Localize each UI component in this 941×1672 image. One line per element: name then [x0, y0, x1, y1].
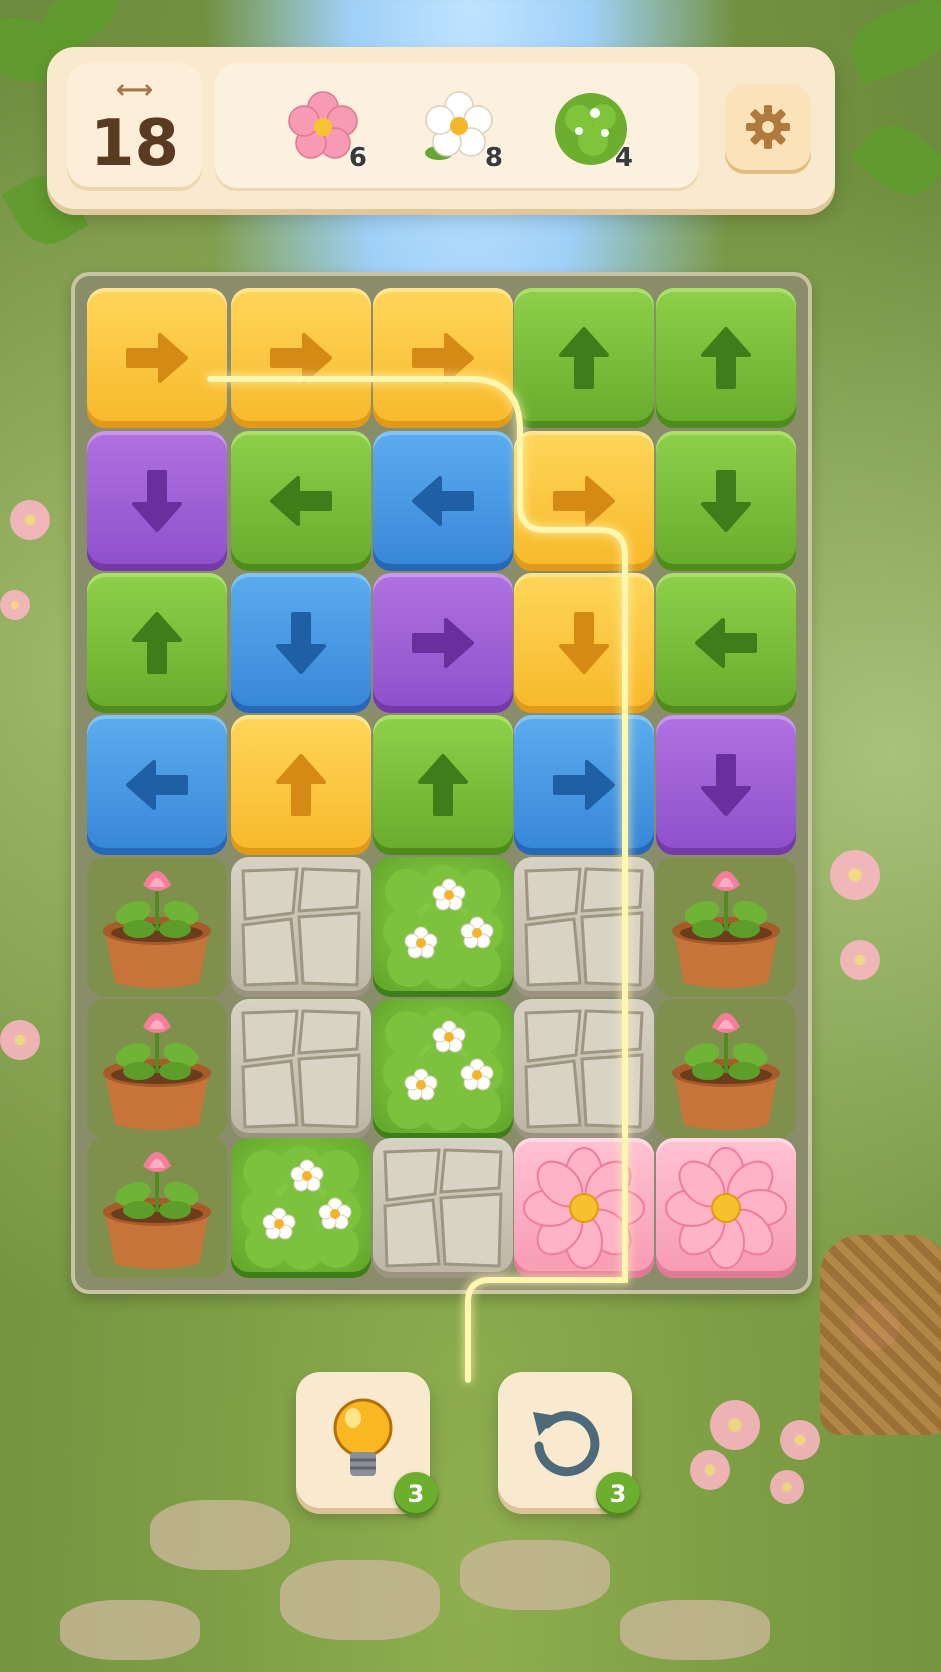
arrow-right-icon	[553, 760, 615, 810]
flower-pot-icon	[103, 871, 211, 988]
arrow-right-icon	[412, 333, 474, 383]
arrow-down-icon	[276, 612, 326, 674]
arrow-left-icon	[695, 618, 757, 668]
gear-icon	[746, 105, 790, 149]
tile-yellow-right[interactable]	[231, 288, 371, 428]
stone-icon	[383, 1148, 503, 1268]
tile-stone[interactable]	[231, 999, 371, 1139]
bush-icon	[241, 1146, 361, 1270]
tile-yellow-up[interactable]	[231, 715, 371, 855]
settings-button[interactable]	[725, 84, 811, 170]
undo-icon	[533, 1411, 600, 1477]
tile-stone[interactable]	[514, 999, 654, 1139]
tile-purple-down[interactable]	[656, 715, 796, 855]
tile-stone[interactable]	[231, 857, 371, 997]
stone-icon	[241, 867, 361, 987]
hint-count-badge: 3	[394, 1472, 438, 1516]
arrow-up-icon	[559, 327, 609, 389]
tile-green-left[interactable]	[656, 573, 796, 713]
tile-bush[interactable]	[373, 999, 513, 1139]
tile-yellow-right[interactable]	[87, 288, 227, 428]
goal-count: 8	[484, 143, 503, 173]
tile-pot[interactable]	[87, 999, 227, 1139]
arrows-horizontal-icon: ⟷	[115, 75, 154, 105]
tile-green-left[interactable]	[231, 431, 371, 571]
arrow-left-icon	[412, 476, 474, 526]
tile-pot[interactable]	[656, 857, 796, 997]
stone-icon	[524, 867, 644, 987]
goal-white-daisy: 8	[419, 87, 509, 177]
tile-yellow-down[interactable]	[514, 573, 654, 713]
hint-button[interactable]: 3	[296, 1372, 438, 1516]
tile-flower[interactable]	[514, 1138, 654, 1278]
flower-pot-icon	[672, 1013, 780, 1130]
tile-green-up[interactable]	[373, 715, 513, 855]
stone-icon	[241, 1009, 361, 1129]
arrow-right-icon	[270, 333, 332, 383]
pink-flower-icon	[523, 1147, 645, 1269]
flower-pot-icon	[103, 1013, 211, 1130]
arrow-right-icon	[412, 618, 474, 668]
tile-pot[interactable]	[87, 1138, 227, 1278]
tile-blue-left[interactable]	[373, 431, 513, 571]
arrow-down-icon	[132, 470, 182, 532]
arrow-down-icon	[701, 470, 751, 532]
tile-stone[interactable]	[514, 857, 654, 997]
tile-yellow-right[interactable]	[373, 288, 513, 428]
goal-pink-flower: 6	[283, 87, 373, 177]
goal-count: 4	[614, 143, 633, 173]
arrow-left-icon	[270, 476, 332, 526]
tile-blue-left[interactable]	[87, 715, 227, 855]
tile-bush[interactable]	[373, 857, 513, 997]
top-bar: ⟷ 18 6 8 4	[47, 47, 835, 209]
lightbulb-icon	[333, 1398, 393, 1476]
tile-stone[interactable]	[373, 1138, 513, 1278]
tile-pot[interactable]	[656, 999, 796, 1139]
tile-yellow-right[interactable]	[514, 431, 654, 571]
goal-green-bush: 4	[549, 87, 639, 177]
tile-green-up[interactable]	[87, 573, 227, 713]
pink-flower-icon	[665, 1147, 787, 1269]
undo-button[interactable]: 3	[498, 1372, 640, 1516]
tile-purple-right[interactable]	[373, 573, 513, 713]
arrow-left-icon	[126, 760, 188, 810]
tile-flower[interactable]	[656, 1138, 796, 1278]
game-board	[71, 272, 812, 1294]
arrow-up-icon	[701, 327, 751, 389]
arrow-right-icon	[126, 333, 188, 383]
arrow-up-icon	[418, 754, 468, 816]
tile-green-up[interactable]	[514, 288, 654, 428]
goals-panel: 6 8 4	[215, 63, 699, 191]
arrow-up-icon	[132, 612, 182, 674]
flower-pot-icon	[103, 1152, 211, 1269]
tile-blue-down[interactable]	[231, 573, 371, 713]
goal-count: 6	[348, 143, 367, 173]
flower-pot-icon	[672, 871, 780, 988]
tile-bush[interactable]	[231, 1138, 371, 1278]
arrow-down-icon	[559, 612, 609, 674]
undo-count-badge: 3	[596, 1472, 640, 1516]
arrow-down-icon	[701, 754, 751, 816]
tile-blue-right[interactable]	[514, 715, 654, 855]
tile-purple-down[interactable]	[87, 431, 227, 571]
moves-counter: ⟷ 18	[67, 63, 202, 191]
stone-icon	[524, 1009, 644, 1129]
tile-green-down[interactable]	[656, 431, 796, 571]
arrow-right-icon	[553, 476, 615, 526]
moves-count: 18	[89, 107, 180, 181]
arrow-up-icon	[276, 754, 326, 816]
bush-icon	[383, 865, 503, 989]
tile-green-up[interactable]	[656, 288, 796, 428]
bush-icon	[383, 1007, 503, 1131]
tile-pot[interactable]	[87, 857, 227, 997]
